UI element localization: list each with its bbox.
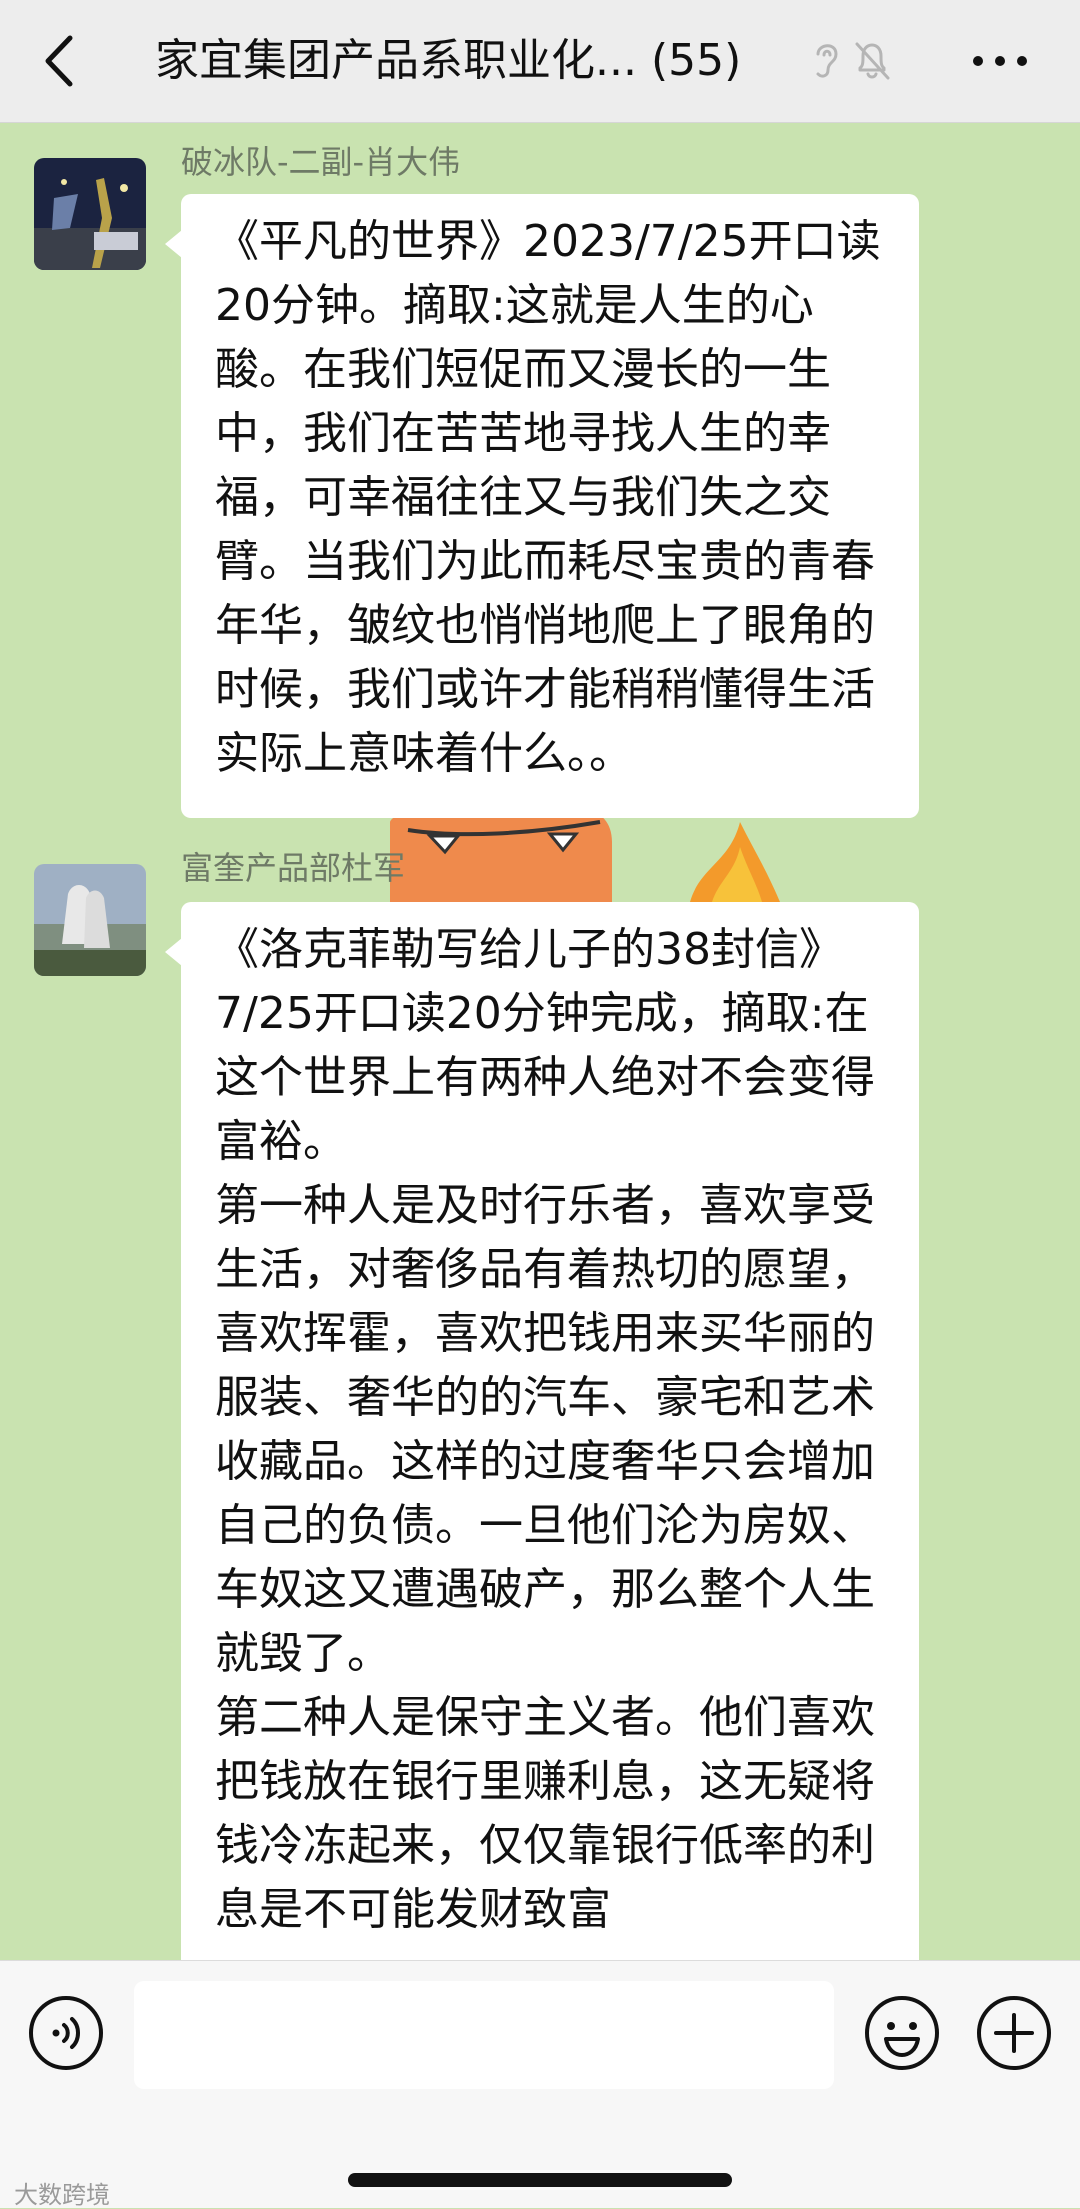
bubble-tail — [165, 938, 182, 966]
sender-name: 富奎产品部杜军 — [181, 849, 406, 887]
message-input[interactable] — [134, 1981, 834, 2089]
chevron-left-icon[interactable] — [36, 28, 84, 94]
ear-icon — [816, 44, 838, 78]
input-toolbar: 大数跨境 — [0, 1960, 1080, 2209]
watermark: 大数跨境 — [14, 2181, 110, 2209]
message-bubble[interactable]: 《平凡的世界》2023/7/25开口读20分钟。摘取:这就是人生的心酸。在我们短… — [181, 194, 919, 818]
message-bubble[interactable]: 《洛克菲勒写给儿子的38封信》 7/25开口读20分钟完成，摘取:在这个世界上有… — [181, 902, 919, 1960]
avatar[interactable] — [34, 158, 146, 270]
member-count: (55) — [650, 35, 742, 86]
emoji-icon[interactable] — [864, 1995, 940, 2071]
avatar-image — [34, 158, 146, 270]
avatar[interactable] — [34, 864, 146, 976]
chat-area[interactable]: 破冰队-二副-肖大伟 《平凡的世界》2023/7/25开口读20分钟。摘取:这就… — [0, 122, 1080, 1960]
sender-name: 破冰队-二副-肖大伟 — [181, 143, 461, 181]
voice-icon[interactable] — [28, 1995, 104, 2071]
avatar-image — [34, 864, 146, 976]
home-indicator — [348, 2173, 732, 2187]
plus-icon[interactable] — [976, 1995, 1052, 2071]
chat-header: 家宜集团产品系职业化... (55) — [0, 0, 1080, 123]
bell-muted-icon — [855, 42, 890, 80]
group-name: 家宜集团产品系职业化... — [155, 35, 637, 86]
more-dots-icon[interactable] — [970, 50, 1030, 72]
chat-title[interactable]: 家宜集团产品系职业化... (55) — [155, 30, 795, 92]
bubble-tail — [165, 230, 182, 258]
